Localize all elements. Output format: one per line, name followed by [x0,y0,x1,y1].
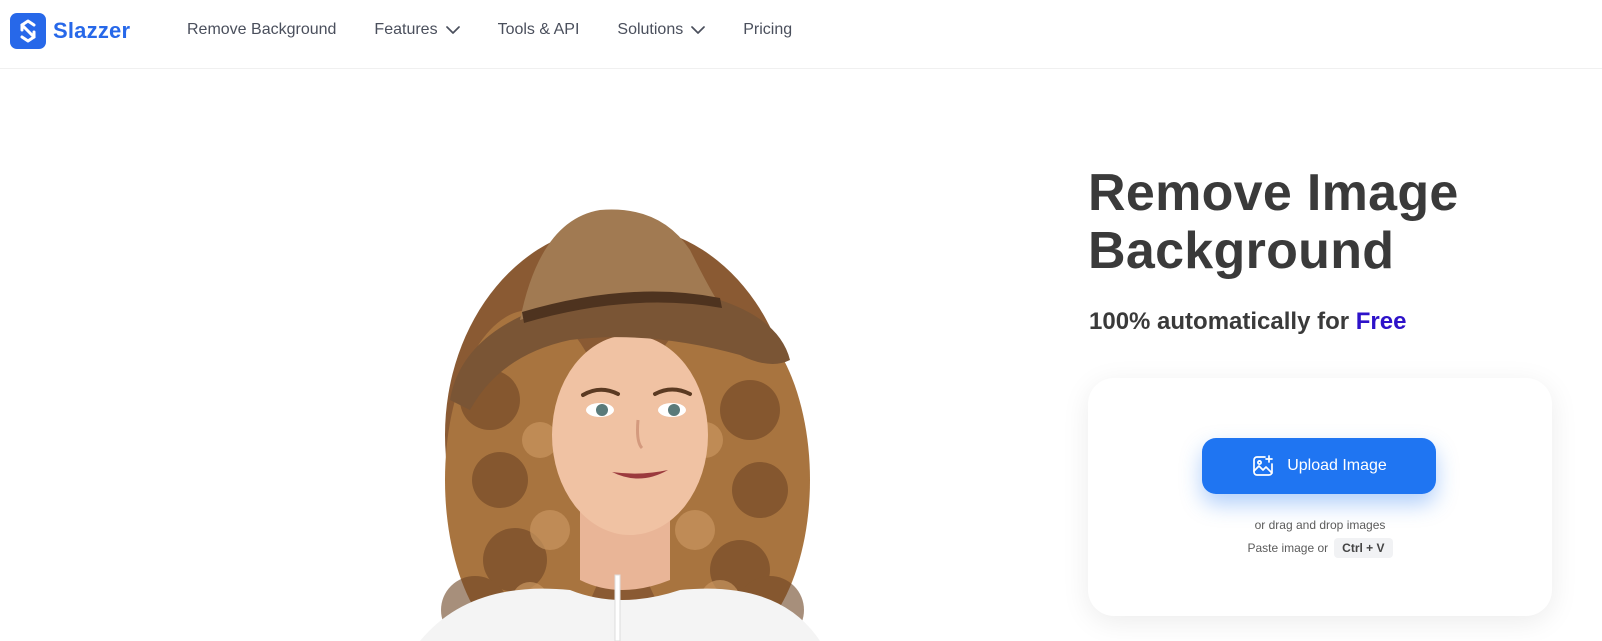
nav-label: Remove Background [187,21,337,38]
hero-subtitle-prefix: 100% automatically for [1089,308,1356,335]
hero-subtitle: 100% automatically for Free [1089,308,1406,336]
top-header: Slazzer Remove Background Features Tools… [0,0,1602,69]
brand-logo[interactable]: Slazzer [10,13,130,49]
nav-label: Pricing [743,21,793,38]
upload-card[interactable]: Upload Image or drag and drop images Pas… [1088,378,1552,616]
chevron-down-icon [691,26,706,34]
chevron-down-icon [445,26,460,34]
woman-with-hat-photo [420,209,820,641]
slazzer-logo-icon [10,13,46,49]
upload-button-label: Upload Image [1287,457,1387,474]
hero-title-line-1: Remove Image [1088,164,1459,222]
nav-features[interactable]: Features [374,21,460,39]
brand-name: Slazzer [53,18,131,43]
nav-label: Tools & API [497,21,580,38]
hero-title: Remove Image Background [1088,164,1459,280]
paste-shortcut-badge: Ctrl + V [1334,538,1393,558]
nav-pricing[interactable]: Pricing [743,21,792,39]
main-nav: Remove Background Features Tools & API S… [187,21,792,39]
hero-title-line-2: Background [1088,222,1395,280]
nav-label: Features [374,21,438,38]
upload-image-button[interactable]: Upload Image [1202,438,1436,494]
nav-remove-background[interactable]: Remove Background [187,21,336,39]
nav-tools-api[interactable]: Tools & API [498,21,580,39]
paste-hint-text: Paste image or [1247,541,1329,555]
nav-label: Solutions [617,21,684,38]
drag-drop-hint: or drag and drop images [1254,518,1386,532]
nav-solutions[interactable]: Solutions [617,21,706,39]
hero-subtitle-accent: Free [1355,308,1407,335]
image-plus-icon [1253,455,1274,476]
paste-hint: Paste image or Ctrl + V [1088,538,1552,558]
